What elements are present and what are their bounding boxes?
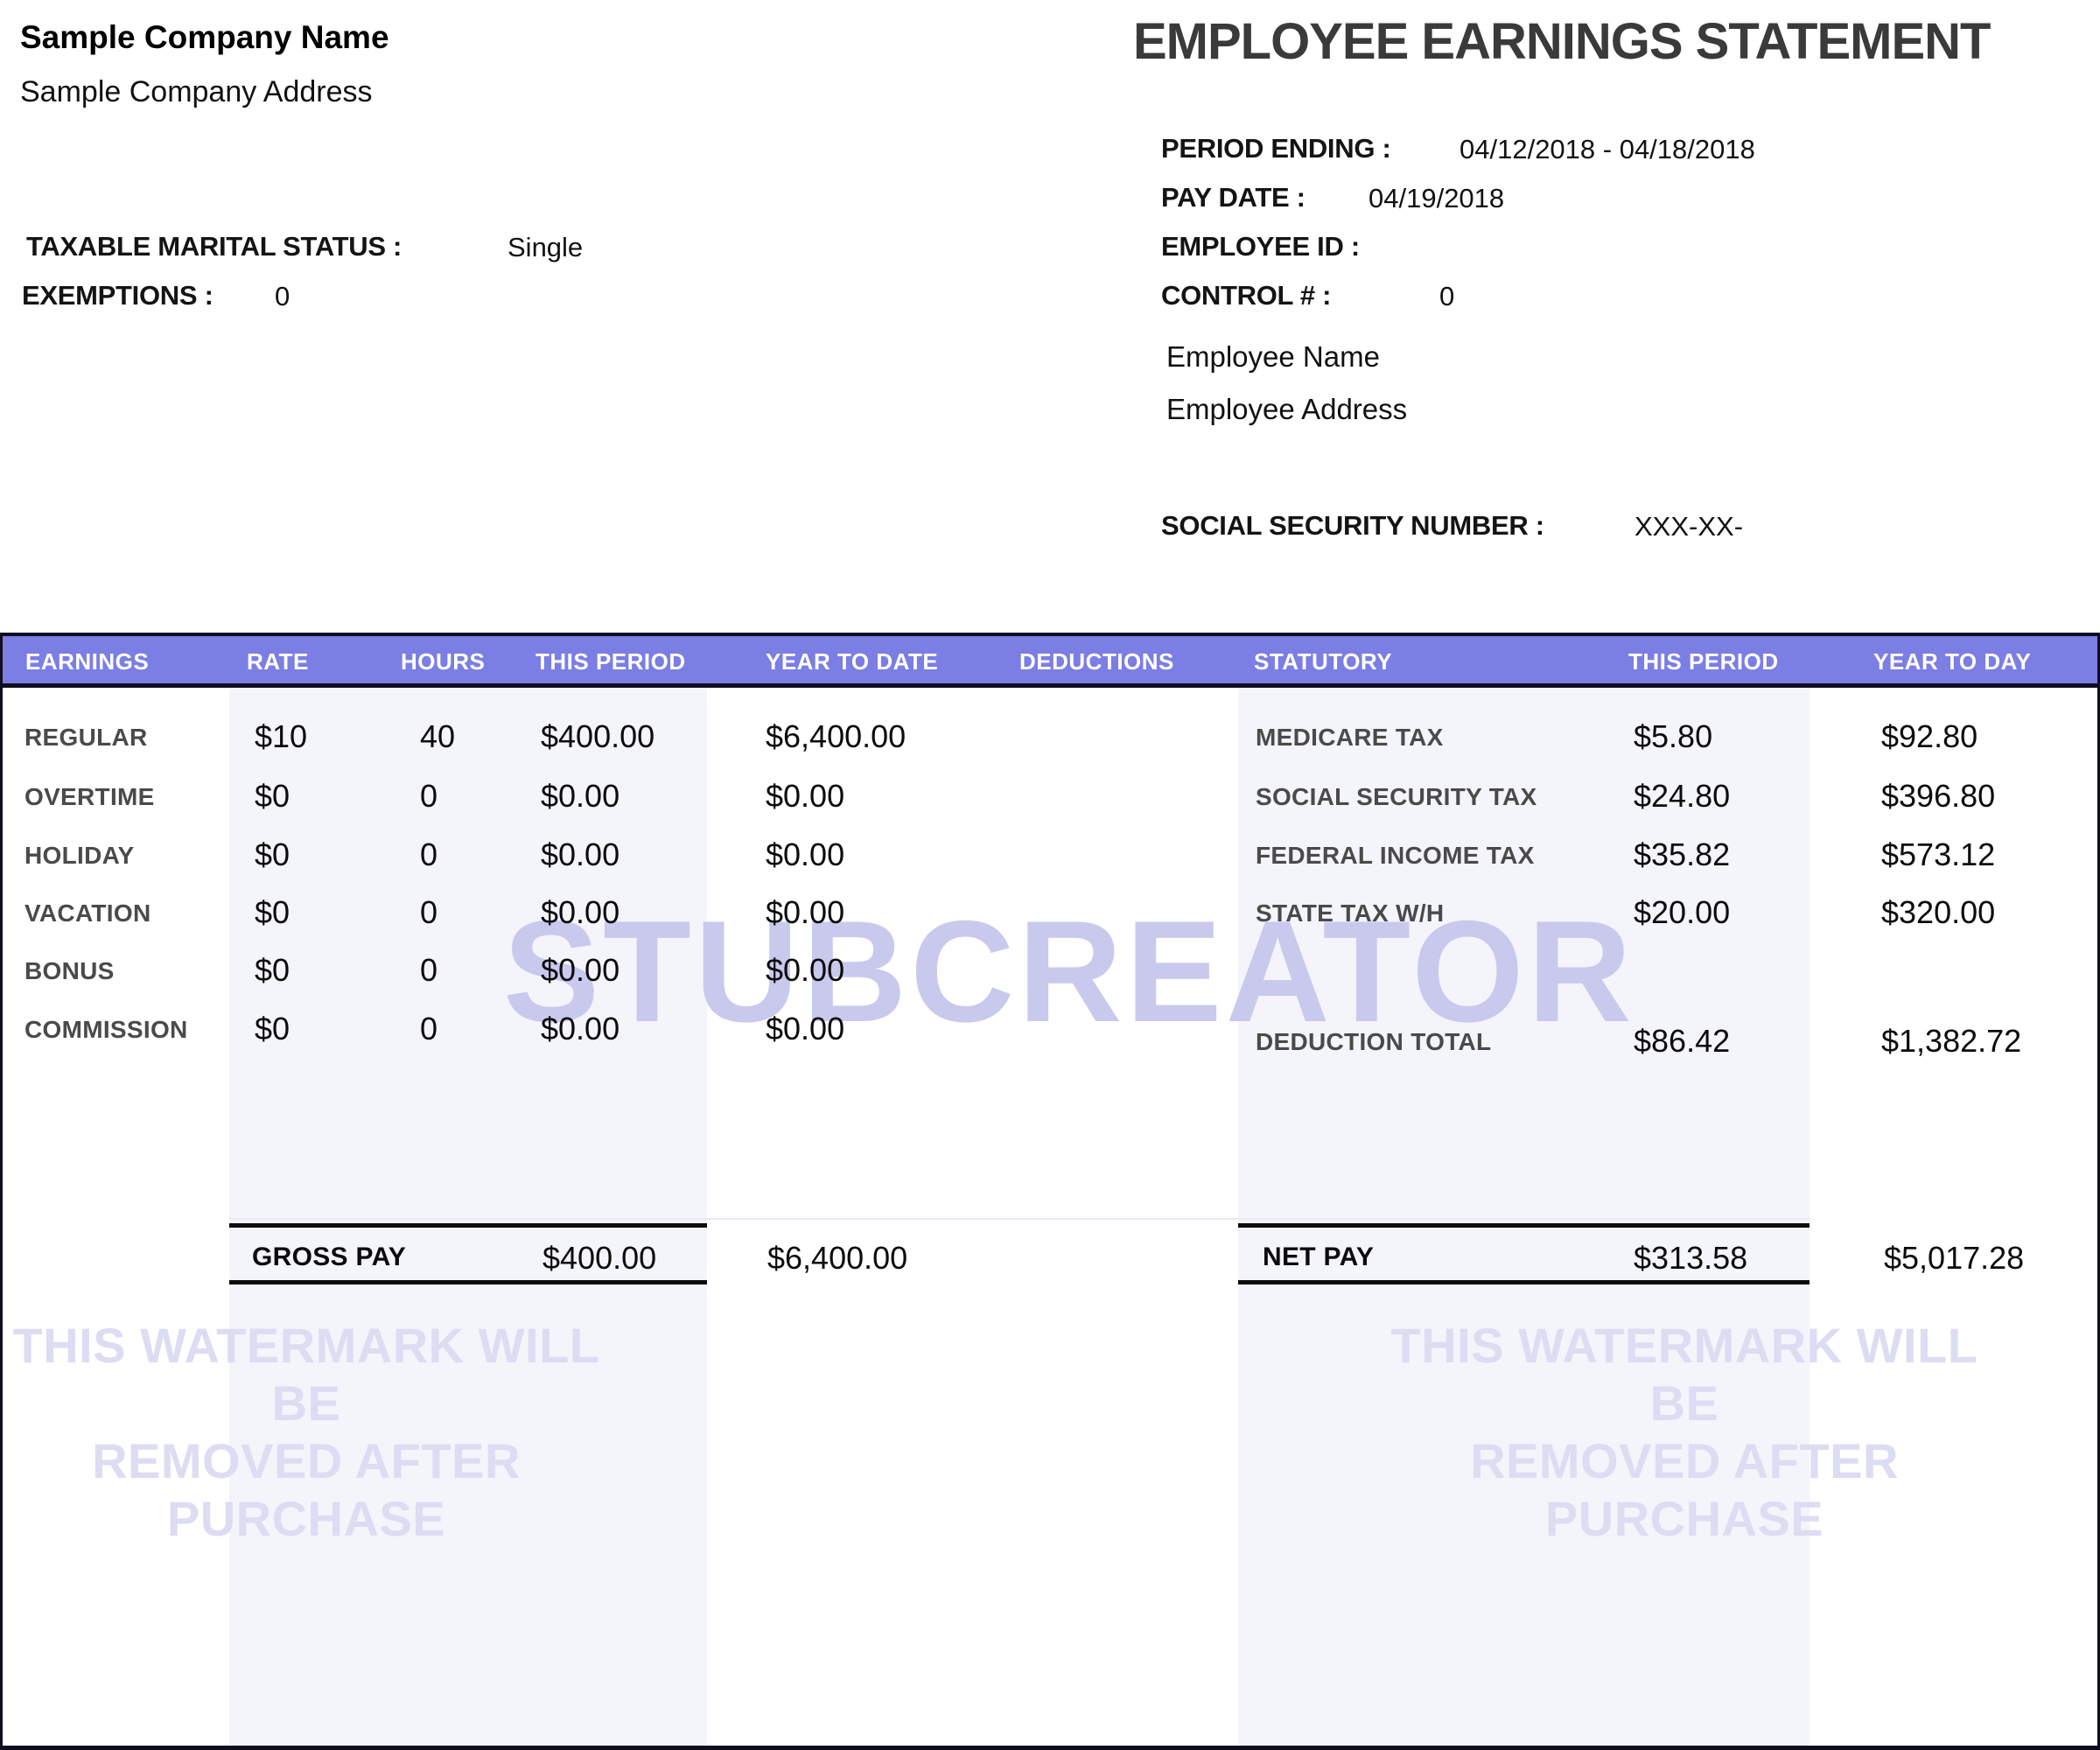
control-number-value: 0: [1439, 281, 1454, 312]
deduction-total-row: DEDUCTION TOTAL $86.42 $1,382.72: [0, 1015, 2100, 1057]
company-address: Sample Company Address: [20, 75, 373, 109]
earnings-ytd: $0.00: [766, 780, 844, 812]
purchase-watermark-left: THIS WATERMARK WILL BE REMOVED AFTER PUR…: [0, 1317, 617, 1548]
table-header-bottom-border: [0, 683, 2100, 688]
earnings-hours: 0: [420, 839, 438, 871]
column-header-year-to-day: YEAR TO DAY: [1873, 648, 2031, 676]
column-header-statutory: STATUTORY: [1254, 648, 1392, 676]
gross-pay-ytd: $6,400.00: [767, 1242, 907, 1274]
ssn-label: SOCIAL SECURITY NUMBER :: [1161, 510, 1544, 542]
exemptions-value: 0: [275, 281, 290, 312]
earnings-rate: $10: [255, 721, 307, 752]
earnings-this-period: $0.00: [541, 839, 620, 871]
statutory-label: MEDICARE TAX: [1256, 725, 1444, 750]
net-pay-label: NET PAY: [1263, 1244, 1374, 1270]
statutory-ytd: $396.80: [1881, 780, 1995, 812]
statutory-this-period: $35.82: [1634, 839, 1730, 871]
earnings-ytd: $6,400.00: [766, 721, 906, 752]
earnings-hours: 0: [420, 780, 438, 812]
column-header-deductions: DEDUCTIONS: [1019, 648, 1174, 676]
earnings-ytd: $0.00: [766, 839, 844, 871]
statutory-label: SOCIAL SECURITY TAX: [1256, 785, 1537, 809]
earnings-label: OVERTIME: [24, 785, 155, 809]
statutory-label: STATE TAX W/H: [1256, 901, 1444, 926]
earnings-this-period: $0.00: [541, 780, 620, 812]
column-header-year-to-date: YEAR TO DATE: [766, 648, 938, 676]
employee-address: Employee Address: [1166, 393, 1407, 426]
net-pay-box-bottom-line: [1238, 1280, 1810, 1284]
column-header-earnings: EARNINGS: [25, 648, 149, 676]
purchase-watermark-line2: REMOVED AFTER PURCHASE: [0, 1432, 617, 1548]
column-header-this-period: THIS PERIOD: [536, 648, 686, 676]
earnings-hours: 40: [420, 721, 455, 752]
earnings-label: BONUS: [24, 959, 115, 984]
gross-pay-this-period: $400.00: [542, 1242, 656, 1274]
earnings-this-period: $400.00: [541, 721, 654, 752]
column-header-rate: RATE: [247, 648, 309, 676]
gross-pay-box-bottom-line: [229, 1280, 707, 1284]
pay-date-value: 04/19/2018: [1368, 183, 1504, 214]
earnings-ytd: $0.00: [766, 955, 844, 986]
earnings-rate: $0: [255, 780, 290, 812]
earnings-rate: $0: [255, 839, 290, 871]
period-ending-label: PERIOD ENDING :: [1161, 133, 1390, 164]
exemptions-label: EXEMPTIONS :: [22, 280, 214, 312]
period-ending-value: 04/12/2018 - 04/18/2018: [1460, 134, 1755, 165]
statutory-ytd: $92.80: [1881, 721, 1978, 752]
purchase-watermark-right: THIS WATERMARK WILL BE REMOVED AFTER PUR…: [1374, 1317, 1995, 1548]
earnings-hours: 0: [420, 955, 438, 986]
column-header-hours: HOURS: [401, 648, 485, 676]
purchase-watermark-line2: REMOVED AFTER PURCHASE: [1374, 1432, 1995, 1548]
statutory-this-period: $20.00: [1634, 897, 1730, 928]
earnings-rate: $0: [255, 897, 290, 928]
net-pay-this-period: $313.58: [1634, 1242, 1747, 1274]
statutory-ytd: $573.12: [1881, 839, 1995, 871]
table-row: BONUS $0 0 $0.00 $0.00: [0, 944, 2100, 986]
table-row: OVERTIME $0 0 $0.00 $0.00 SOCIAL SECURIT…: [0, 770, 2100, 812]
control-number-label: CONTROL # :: [1161, 280, 1331, 312]
gross-pay-label: GROSS PAY: [252, 1244, 406, 1270]
purchase-watermark-line1: THIS WATERMARK WILL BE: [1374, 1317, 1995, 1432]
net-pay-ytd: $5,017.28: [1884, 1242, 2024, 1274]
pay-stub-page: Sample Company Name Sample Company Addre…: [0, 0, 2100, 1750]
marital-status-value: Single: [508, 232, 583, 263]
earnings-this-period: $0.00: [541, 955, 620, 986]
statutory-this-period: $24.80: [1634, 780, 1730, 812]
column-header-this-period-2: THIS PERIOD: [1628, 648, 1779, 676]
marital-status-label: TAXABLE MARITAL STATUS :: [26, 231, 402, 262]
table-bottom-border: [0, 1746, 2100, 1750]
employee-name: Employee Name: [1166, 340, 1380, 374]
earnings-this-period: $0.00: [541, 897, 620, 928]
totals-row: GROSS PAY $400.00 $6,400.00 NET PAY $313…: [0, 1230, 2100, 1274]
table-row: HOLIDAY $0 0 $0.00 $0.00 FEDERAL INCOME …: [0, 829, 2100, 871]
statutory-ytd: $320.00: [1881, 897, 1995, 928]
table-row: REGULAR $10 40 $400.00 $6,400.00 MEDICAR…: [0, 710, 2100, 752]
employee-id-label: EMPLOYEE ID :: [1161, 231, 1360, 262]
net-pay-box-top-line: [1238, 1223, 1810, 1228]
deduction-total-label: DEDUCTION TOTAL: [1256, 1030, 1491, 1054]
company-name: Sample Company Name: [20, 19, 389, 56]
table-row: VACATION $0 0 $0.00 $0.00 STATE TAX W/H …: [0, 886, 2100, 928]
earnings-ytd: $0.00: [766, 897, 844, 928]
deduction-total-ytd: $1,382.72: [1881, 1026, 2021, 1057]
gross-pay-box-top-line: [229, 1223, 707, 1228]
earnings-label: REGULAR: [24, 725, 148, 750]
statutory-this-period: $5.80: [1634, 721, 1712, 752]
page-title: EMPLOYEE EARNINGS STATEMENT: [1133, 12, 1990, 71]
statutory-label: FEDERAL INCOME TAX: [1256, 844, 1535, 868]
deduction-total-this-period: $86.42: [1634, 1026, 1730, 1057]
totals-separator-line: [229, 1218, 1810, 1220]
earnings-label: HOLIDAY: [24, 844, 135, 868]
purchase-watermark-line1: THIS WATERMARK WILL BE: [0, 1317, 617, 1432]
earnings-hours: 0: [420, 897, 438, 928]
pay-date-label: PAY DATE :: [1161, 182, 1306, 214]
earnings-label: VACATION: [24, 901, 150, 926]
earnings-rate: $0: [255, 955, 290, 986]
ssn-value: XXX-XX-: [1634, 511, 1743, 542]
